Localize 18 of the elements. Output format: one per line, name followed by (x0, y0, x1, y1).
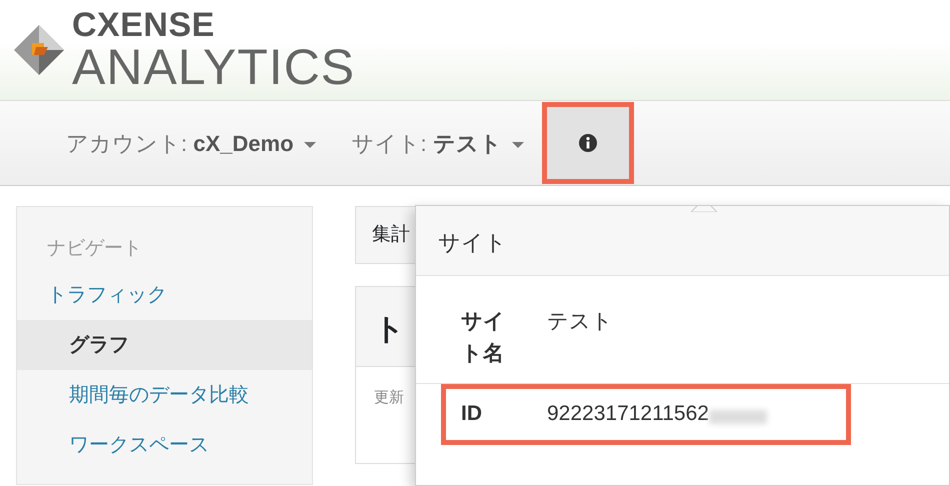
sidebar-item[interactable]: 期間毎のデータ比較 (17, 370, 312, 420)
field-label: ID (461, 401, 483, 427)
panel-text: 更新 (374, 388, 404, 408)
blurred-text (708, 410, 767, 424)
info-button[interactable] (542, 102, 634, 184)
field-label: サイト名 (461, 309, 506, 366)
sidebar-item[interactable]: トラフィック (17, 270, 312, 320)
logo-text: ANALYTICS (72, 42, 356, 92)
sidebar-item[interactable]: ワークスペース (17, 420, 312, 470)
field-value: テスト (547, 309, 613, 335)
popover-title: サイト (416, 206, 949, 276)
field-value: 92223171211562 (547, 401, 709, 427)
info-icon (578, 133, 598, 153)
sidebar-heading: ナビゲート (46, 237, 143, 261)
account-dropdown[interactable]: アカウント: cX_Demo (48, 126, 334, 160)
logo-text: CXENSE (72, 8, 216, 42)
site-dropdown[interactable]: サイト: テスト (334, 126, 542, 160)
sidebar-item[interactable]: グラフ (17, 320, 312, 370)
